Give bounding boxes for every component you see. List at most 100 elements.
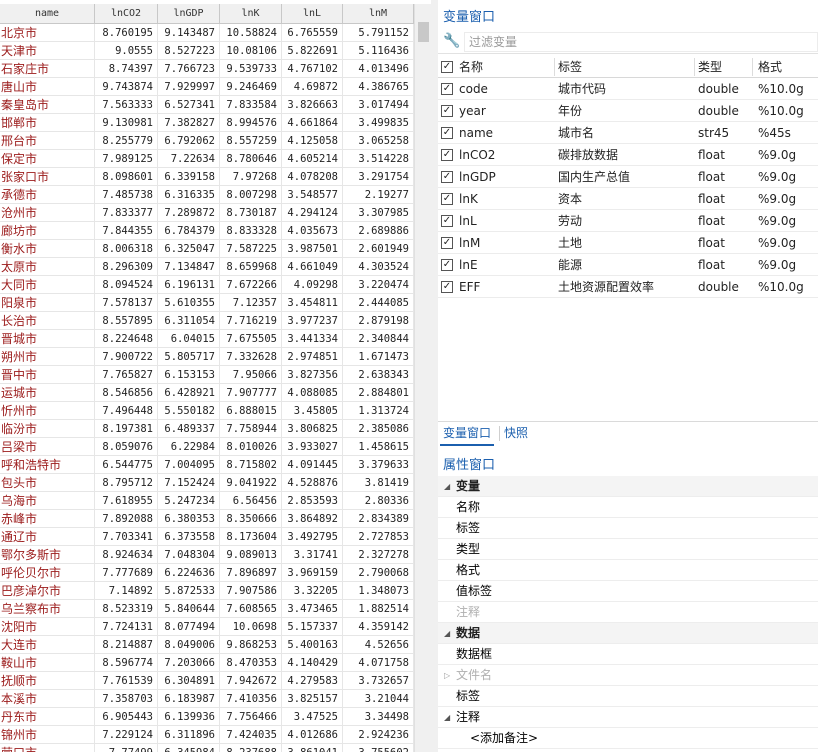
prop-data-label[interactable]: 标签 [438, 686, 818, 707]
cell-lnl[interactable]: 4.09298 [282, 276, 343, 294]
variable-row[interactable]: ✓ year 年份 double %10.0g [438, 100, 818, 122]
table-row[interactable]: 衡水市 8.006318 6.325047 7.587225 3.987501 2.601… [0, 240, 414, 258]
cell-lnk[interactable]: 7.332628 [220, 348, 282, 366]
cell-lnco2[interactable]: 8.296309 [95, 258, 158, 276]
add-note[interactable]: <添加备注> [438, 728, 818, 749]
cell-lnk[interactable]: 8.237688 [220, 744, 282, 752]
variable-checkbox[interactable]: ✓ [441, 149, 453, 161]
column-header-lnco2[interactable]: lnCO2 [95, 4, 158, 24]
table-row[interactable]: 丹东市 6.905443 6.139936 7.756466 3.47525 3.3449… [0, 708, 414, 726]
table-row[interactable]: 邯郸市 9.130981 7.382827 8.994576 4.661864 3.499… [0, 114, 414, 132]
cell-lnco2[interactable]: 7.229124 [95, 726, 158, 744]
cell-lngdp[interactable]: 6.527341 [158, 96, 220, 114]
cell-lnco2[interactable]: 7.618955 [95, 492, 158, 510]
cell-lnm[interactable]: 2.601949 [343, 240, 414, 258]
cell-lnk[interactable]: 7.675505 [220, 330, 282, 348]
cell-lnco2[interactable]: 8.596774 [95, 654, 158, 672]
prop-type[interactable]: 类型 [438, 539, 818, 560]
cell-lnl[interactable]: 5.822691 [282, 42, 343, 60]
cell-lnm[interactable]: 4.359142 [343, 618, 414, 636]
table-row[interactable]: 忻州市 7.496448 5.550182 6.888015 3.45805 1.3137… [0, 402, 414, 420]
cell-name[interactable]: 乌海市 [0, 492, 95, 510]
cell-lnk[interactable]: 9.868253 [220, 636, 282, 654]
cell-lnk[interactable]: 8.350666 [220, 510, 282, 528]
table-row[interactable]: 通辽市 7.703341 6.373558 8.173604 3.492795 2.727… [0, 528, 414, 546]
cell-lnm[interactable]: 4.303524 [343, 258, 414, 276]
cell-lnk[interactable]: 6.56456 [220, 492, 282, 510]
cell-lngdp[interactable]: 7.004095 [158, 456, 220, 474]
table-row[interactable]: 唐山市 9.743874 7.929997 9.246469 4.69872 4.3867… [0, 78, 414, 96]
cell-name[interactable]: 锦州市 [0, 726, 95, 744]
cell-lnl[interactable]: 3.32205 [282, 582, 343, 600]
cell-name[interactable]: 巴彦淖尔市 [0, 582, 95, 600]
table-row[interactable]: 吕梁市 8.059076 6.22984 8.010026 3.933027 1.4586… [0, 438, 414, 456]
cell-lnl[interactable]: 3.987501 [282, 240, 343, 258]
table-row[interactable]: 赤峰市 7.892088 6.380353 8.350666 3.864892 2.834… [0, 510, 414, 528]
variable-checkbox[interactable]: ✓ [441, 193, 453, 205]
prop-filename[interactable]: ▷ 文件名 [438, 665, 818, 686]
wrench-icon[interactable]: 🔧 [443, 33, 460, 49]
cell-lnk[interactable]: 8.007298 [220, 186, 282, 204]
cell-lnl[interactable]: 3.825157 [282, 690, 343, 708]
table-row[interactable]: 秦皇岛市 7.563333 6.527341 7.833584 3.826663 3.01… [0, 96, 414, 114]
cell-lnco2[interactable]: 8.795712 [95, 474, 158, 492]
cell-lnm[interactable]: 2.327278 [343, 546, 414, 564]
cell-name[interactable]: 长治市 [0, 312, 95, 330]
cell-lnk[interactable]: 10.08106 [220, 42, 282, 60]
cell-lngdp[interactable]: 6.784379 [158, 222, 220, 240]
cell-lngdp[interactable]: 7.22634 [158, 150, 220, 168]
cell-lnco2[interactable]: 7.833377 [95, 204, 158, 222]
cell-lnm[interactable]: 4.386765 [343, 78, 414, 96]
cell-lngdp[interactable]: 6.339158 [158, 168, 220, 186]
table-row[interactable]: 鄂尔多斯市 8.924634 7.048304 9.089013 3.31741 2.32… [0, 546, 414, 564]
cell-lnm[interactable]: 3.81419 [343, 474, 414, 492]
cell-lngdp[interactable]: 6.04015 [158, 330, 220, 348]
variable-row[interactable]: ✓ lnL 劳动 float %9.0g [438, 210, 818, 232]
table-row[interactable]: 抚顺市 7.761539 6.304891 7.942672 4.279583 3.732… [0, 672, 414, 690]
table-row[interactable]: 乌海市 7.618955 5.247234 6.56456 2.853593 2.8033… [0, 492, 414, 510]
cell-lnm[interactable]: 3.291754 [343, 168, 414, 186]
cell-lnco2[interactable]: 8.224648 [95, 330, 158, 348]
cell-lnm[interactable]: 3.220474 [343, 276, 414, 294]
prop-format[interactable]: 格式 [438, 560, 818, 581]
cell-name[interactable]: 营口市 [0, 744, 95, 752]
cell-lnk[interactable]: 7.587225 [220, 240, 282, 258]
cell-lnl[interactable]: 4.661864 [282, 114, 343, 132]
cell-name[interactable]: 承德市 [0, 186, 95, 204]
cell-lnl[interactable]: 3.454811 [282, 294, 343, 312]
variable-checkbox[interactable]: ✓ [441, 281, 453, 293]
cell-name[interactable]: 太原市 [0, 258, 95, 276]
cell-lnm[interactable]: 4.013496 [343, 60, 414, 78]
cell-lngdp[interactable]: 6.224636 [158, 564, 220, 582]
table-row[interactable]: 沧州市 7.833377 7.289872 8.730187 4.294124 3.307… [0, 204, 414, 222]
cell-lnm[interactable]: 4.071758 [343, 654, 414, 672]
table-row[interactable]: 大同市 8.094524 6.196131 7.672266 4.09298 3.2204… [0, 276, 414, 294]
tab-snapshots[interactable]: 快照 [501, 422, 531, 446]
cell-name[interactable]: 乌兰察布市 [0, 600, 95, 618]
cell-name[interactable]: 鄂尔多斯市 [0, 546, 95, 564]
cell-lnl[interactable]: 3.473465 [282, 600, 343, 618]
table-row[interactable]: 沈阳市 7.724131 8.077494 10.0698 5.157337 4.3591… [0, 618, 414, 636]
cell-lnk[interactable]: 8.994576 [220, 114, 282, 132]
cell-name[interactable]: 呼和浩特市 [0, 456, 95, 474]
cell-name[interactable]: 沧州市 [0, 204, 95, 222]
group-data[interactable]: ◢ 数据 [438, 623, 818, 644]
cell-lnk[interactable]: 8.470353 [220, 654, 282, 672]
cell-lnm[interactable]: 3.34498 [343, 708, 414, 726]
cell-lnco2[interactable]: 7.900722 [95, 348, 158, 366]
cell-lnco2[interactable]: 8.197381 [95, 420, 158, 438]
cell-lngdp[interactable]: 5.610355 [158, 294, 220, 312]
cell-name[interactable]: 沈阳市 [0, 618, 95, 636]
cell-lnco2[interactable]: 8.74397 [95, 60, 158, 78]
cell-lnk[interactable]: 7.758944 [220, 420, 282, 438]
cell-lnk[interactable]: 7.907777 [220, 384, 282, 402]
cell-name[interactable]: 抚顺市 [0, 672, 95, 690]
cell-name[interactable]: 朔州市 [0, 348, 95, 366]
cell-lnl[interactable]: 4.088085 [282, 384, 343, 402]
cell-name[interactable]: 唐山市 [0, 78, 95, 96]
cell-lnl[interactable]: 3.827356 [282, 366, 343, 384]
cell-lnk[interactable]: 7.608565 [220, 600, 282, 618]
cell-lnm[interactable]: 2.19277 [343, 186, 414, 204]
cell-lnco2[interactable]: 7.892088 [95, 510, 158, 528]
cell-lnm[interactable]: 2.790068 [343, 564, 414, 582]
